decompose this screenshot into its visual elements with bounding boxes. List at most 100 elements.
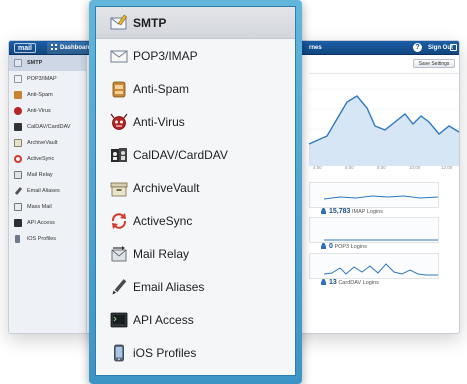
sidebar-item-pop3-imap[interactable]: POP3/IMAP: [9, 71, 86, 87]
mail-relay-icon: [14, 171, 22, 179]
menu-item-activesync[interactable]: ActiveSync: [96, 205, 295, 237]
sidebar-item-label: ArchiveVault: [27, 140, 58, 146]
traffic-chart-svg: [309, 88, 459, 166]
sidebar-item-ios-profiles[interactable]: iOS Profiles: [9, 231, 86, 247]
services-menu-panel: SMTP POP3/IMAP Anti-Spam Anti-Virus CalD…: [89, 0, 302, 384]
sidebar-item-archivevault[interactable]: ArchiveVault: [9, 135, 86, 151]
sidebar-item-label: Anti-Spam: [27, 92, 53, 98]
spam-icon: [112, 81, 126, 98]
sidebar-item-mail-relay[interactable]: Mail Relay: [9, 167, 86, 183]
sidebar-item-label: SMTP: [27, 60, 43, 66]
services-menu: SMTP POP3/IMAP Anti-Spam Anti-Virus CalD…: [95, 6, 296, 376]
sidebar-item-anti-virus[interactable]: Anti-Virus: [9, 103, 86, 119]
sidebar-item-label: Anti-Virus: [27, 108, 51, 114]
virus-icon: [110, 113, 128, 130]
menu-item-archivevault[interactable]: ArchiveVault: [96, 172, 295, 204]
sidebar-item-email-aliases[interactable]: Email Aliases: [9, 183, 86, 199]
x-tick: 8:00: [377, 165, 386, 170]
user-icon: [321, 208, 326, 214]
pop3-logins-value: 0: [329, 243, 333, 250]
imap-logins-value: 15,783: [329, 208, 351, 215]
menu-item-smtp[interactable]: SMTP: [96, 7, 295, 39]
sidebar-item-anti-spam[interactable]: Anti-Spam: [9, 87, 86, 103]
menu-item-label: Anti-Spam: [133, 82, 190, 96]
menu-item-label: Email Aliases: [133, 280, 205, 294]
x-tick: 4:00: [313, 165, 322, 170]
sidebar-item-label: API Access: [27, 220, 55, 226]
sidebar: SMTP POP3/IMAP Anti-Spam Anti-Virus CalD…: [9, 55, 87, 333]
spam-icon: [14, 91, 22, 99]
pencil-icon: [112, 279, 127, 295]
x-tick: 6:00: [345, 165, 354, 170]
menu-item-pop3-imap[interactable]: POP3/IMAP: [96, 40, 295, 72]
pop3-sparkline: [309, 217, 439, 243]
mass-mail-icon: [14, 203, 22, 211]
menu-item-label: POP3/IMAP: [133, 49, 198, 63]
calendar-contacts-icon: [14, 123, 22, 131]
pop3-logins-label: POP3 Logins: [334, 244, 367, 250]
sidebar-item-label: CalDAV/CardDAV: [27, 124, 71, 130]
imap-sparkline: [309, 182, 439, 208]
sidebar-item-caldav-carddav[interactable]: CalDAV/CardDAV: [9, 119, 86, 135]
menu-item-ios-profiles[interactable]: iOS Profiles: [96, 337, 295, 369]
menu-item-api-access[interactable]: API Access: [96, 304, 295, 336]
terminal-icon: [14, 219, 22, 227]
menu-item-label: SMTP: [133, 16, 167, 30]
sync-icon: [14, 155, 22, 163]
archive-box-icon: [110, 182, 128, 197]
menu-item-label: ActiveSync: [133, 214, 193, 228]
sign-out-icon[interactable]: [450, 44, 457, 51]
chart-x-axis: 4:00 6:00 8:00 10:00 12:00: [309, 165, 459, 173]
menu-item-label: ArchiveVault: [133, 181, 200, 195]
sidebar-item-mass-mail[interactable]: Mass Mail: [9, 199, 86, 215]
sidebar-item-label: POP3/IMAP: [27, 76, 57, 82]
envelope-icon: [110, 50, 128, 63]
phone-icon: [15, 235, 20, 243]
carddav-logins-stat: 13 CardDAV Logins: [321, 278, 379, 288]
help-icon[interactable]: ?: [413, 43, 422, 52]
menu-item-label: API Access: [133, 313, 194, 327]
sidebar-item-label: Email Aliases: [27, 188, 60, 194]
sync-icon: [111, 213, 127, 229]
menu-item-anti-virus[interactable]: Anti-Virus: [96, 106, 295, 138]
menu-item-label: iOS Profiles: [133, 346, 197, 360]
sidebar-item-smtp[interactable]: SMTP: [9, 55, 86, 71]
pencil-icon: [14, 186, 23, 196]
content-toolbar: Save Settings: [309, 59, 459, 69]
menu-item-label: Anti-Virus: [133, 115, 185, 129]
menu-item-label: Mail Relay: [133, 247, 190, 261]
menu-item-caldav-carddav[interactable]: CalDAV/CardDAV: [96, 139, 295, 171]
sidebar-item-label: ActiveSync: [27, 156, 55, 162]
user-icon: [321, 243, 326, 249]
calendar-contacts-icon: [111, 148, 127, 162]
imap-logins-label: IMAP Logins: [351, 209, 384, 215]
pop3-logins-stat: 0 POP3 Logins: [321, 242, 367, 252]
virus-icon: [14, 107, 22, 115]
carddav-logins-value: 13: [329, 279, 337, 286]
dashboard-tab-label: Dashboard: [60, 45, 92, 51]
mail-relay-icon: [111, 246, 127, 262]
menu-item-mail-relay[interactable]: Mail Relay: [96, 238, 295, 270]
partial-nav-label[interactable]: rnes: [309, 41, 322, 55]
sidebar-item-label: Mail Relay: [27, 172, 53, 178]
carddav-sparkline: [309, 253, 439, 279]
traffic-chart: [309, 73, 459, 173]
menu-item-label: CalDAV/CardDAV: [133, 148, 228, 162]
envelope-pencil-icon: [14, 59, 22, 67]
sidebar-item-activesync[interactable]: ActiveSync: [9, 151, 86, 167]
archive-box-icon: [14, 139, 22, 147]
phone-icon: [114, 344, 124, 362]
app-logo: mail: [14, 43, 37, 53]
sidebar-item-api-access[interactable]: API Access: [9, 215, 86, 231]
menu-item-anti-spam[interactable]: Anti-Spam: [96, 73, 295, 105]
envelope-pencil-icon: [110, 14, 128, 30]
grid-icon: [51, 44, 57, 50]
save-settings-button[interactable]: Save Settings: [413, 59, 455, 68]
carddav-logins-label: CardDAV Logins: [338, 280, 379, 286]
terminal-icon: [110, 312, 128, 328]
sidebar-item-label: Mass Mail: [27, 204, 52, 210]
sidebar-item-label: iOS Profiles: [27, 236, 57, 242]
x-tick: 12:00: [441, 165, 453, 170]
x-tick: 10:00: [409, 165, 421, 170]
menu-item-email-aliases[interactable]: Email Aliases: [96, 271, 295, 303]
